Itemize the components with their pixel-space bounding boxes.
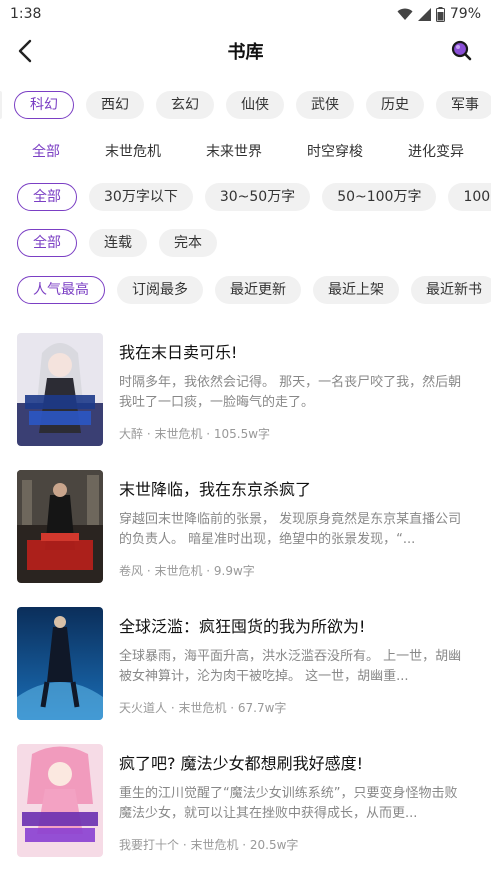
book-description: 时隔多年，我依然会记得。 那天，一名丧尸咬了我，然后朝我吐了一口痰，一脸晦气的走… xyxy=(119,375,462,410)
book-description: 重生的江川觉醒了“魔法少女训练系统”，只要变身怪物击败魔法少女，就可以让其在挫败… xyxy=(119,786,458,821)
book-item[interactable]: 末世降临，我在东京杀疯了 穿越回末世降临前的张景， 发现原身竟然是东京某直播公司… xyxy=(0,470,491,586)
wordcount-chip-50-100w[interactable]: 50~100万字 xyxy=(322,183,437,211)
wordcount-chip-30-50w[interactable]: 30~50万字 xyxy=(204,183,311,211)
book-item[interactable]: 我在末日卖可乐! 时隔多年，我依然会记得。 那天，一名丧尸咬了我，然后朝我吐了一… xyxy=(0,333,491,449)
status-filter-row: 全部 连载 完本 xyxy=(0,228,491,258)
app-header: 书库 xyxy=(0,28,491,74)
status-chip-ongoing[interactable]: 连载 xyxy=(89,229,147,257)
wifi-icon xyxy=(397,8,413,20)
subgenre-tab-time-travel[interactable]: 时空穿梭 xyxy=(307,141,363,161)
genre-chip-hidden[interactable] xyxy=(0,91,2,119)
sort-chip-recently-updated[interactable]: 最近更新 xyxy=(215,276,301,304)
wordcount-chip-under-30w[interactable]: 30万字以下 xyxy=(89,183,193,211)
status-time: 1:38 xyxy=(10,6,42,22)
genre-chip-history[interactable]: 历史 xyxy=(366,91,424,119)
book-meta: 卷风 · 末世危机 · 9.9w字 xyxy=(119,564,255,578)
genre-filter-row: 科幻 西幻 玄幻 仙侠 武侠 历史 军事 xyxy=(0,90,491,120)
book-cover xyxy=(17,607,103,720)
sort-filter-row: 人气最高 订阅最多 最近更新 最近上架 最近新书 xyxy=(0,275,491,305)
genre-chip-military[interactable]: 军事 xyxy=(436,91,491,119)
genre-chip-wuxia[interactable]: 武侠 xyxy=(296,91,354,119)
book-title: 全球泛滥：疯狂囤货的我为所欲为! xyxy=(119,617,366,636)
book-description: 全球暴雨，海平面升高，洪水泛滥吞没所有。 上一世，胡幽被女神算计，沦为肉干被吃掉… xyxy=(119,649,462,684)
subgenre-filter-row: 全部 末世危机 末来世界 时空穿梭 进化变异 xyxy=(0,136,491,166)
book-meta: 我要打十个 · 末世危机 · 20.5w字 xyxy=(119,838,299,852)
book-meta: 天火道人 · 末世危机 · 67.7w字 xyxy=(119,701,287,715)
book-item[interactable]: 疯了吧? 魔法少女都想刷我好感度! 重生的江川觉醒了“魔法少女训练系统”，只要变… xyxy=(0,744,491,860)
search-icon[interactable] xyxy=(449,38,475,64)
genre-chip-xianxia[interactable]: 仙侠 xyxy=(226,91,284,119)
wordcount-chip-all[interactable]: 全部 xyxy=(17,183,77,211)
book-title: 末世降临，我在东京杀疯了 xyxy=(119,480,312,499)
book-item[interactable]: 全球泛滥：疯狂囤货的我为所欲为! 全球暴雨，海平面升高，洪水泛滥吞没所有。 上一… xyxy=(0,607,491,723)
book-meta: 大醉 · 末世危机 · 105.5w字 xyxy=(119,427,271,441)
genre-chip-xuanhuan[interactable]: 玄幻 xyxy=(156,91,214,119)
book-cover xyxy=(17,333,103,446)
sort-chip-newest-books[interactable]: 最近新书 xyxy=(411,276,491,304)
book-cover-art xyxy=(17,607,103,720)
sort-chip-most-subscribed[interactable]: 订阅最多 xyxy=(117,276,203,304)
status-bar: 1:38 79% xyxy=(0,0,491,28)
subgenre-tab-evolution[interactable]: 进化变异 xyxy=(408,141,464,161)
subgenre-tab-future-world[interactable]: 末来世界 xyxy=(206,141,262,161)
page-title: 书库 xyxy=(227,42,264,63)
subgenre-tab-all[interactable]: 全部 xyxy=(32,141,60,161)
subgenre-tab-apocalypse[interactable]: 末世危机 xyxy=(105,141,161,161)
book-title: 我在末日卖可乐! xyxy=(119,343,238,362)
book-cover xyxy=(17,470,103,583)
book-title: 疯了吧? 魔法少女都想刷我好感度! xyxy=(119,754,363,773)
status-icons: 79% xyxy=(397,6,481,22)
book-cover-art xyxy=(17,333,103,446)
sort-chip-most-popular[interactable]: 人气最高 xyxy=(17,276,105,304)
back-arrow-icon[interactable] xyxy=(14,38,40,64)
book-cover-art xyxy=(17,470,103,583)
wordcount-chip-over-100w[interactable]: 100~ xyxy=(448,183,491,211)
book-cover xyxy=(17,744,103,857)
book-description: 穿越回末世降临前的张景， 发现原身竟然是东京某直播公司的负责人。 暗星准时出现，… xyxy=(119,512,462,547)
genre-chip-scifi[interactable]: 科幻 xyxy=(14,91,74,119)
signal-icon xyxy=(417,7,431,21)
battery-icon xyxy=(435,6,445,22)
wordcount-filter-row: 全部 30万字以下 30~50万字 50~100万字 100~ xyxy=(0,182,491,212)
book-cover-art xyxy=(17,744,103,857)
status-chip-completed[interactable]: 完本 xyxy=(159,229,217,257)
status-chip-all[interactable]: 全部 xyxy=(17,229,77,257)
battery-percent: 79% xyxy=(449,6,481,22)
genre-chip-western-fantasy[interactable]: 西幻 xyxy=(86,91,144,119)
sort-chip-recently-listed[interactable]: 最近上架 xyxy=(313,276,399,304)
